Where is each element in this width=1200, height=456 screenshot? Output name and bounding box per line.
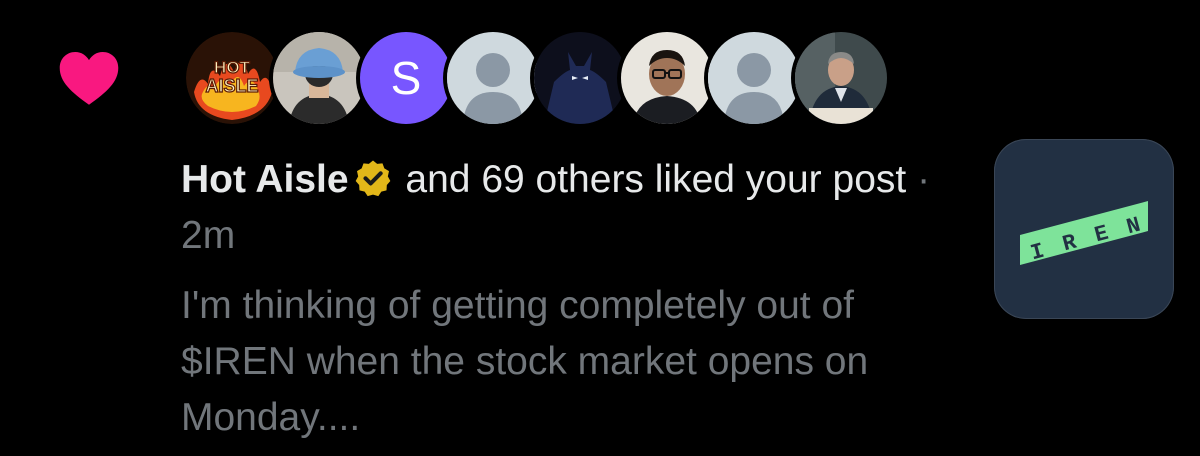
suited-man-avatar[interactable]	[795, 32, 887, 124]
verified-badge-icon	[355, 160, 390, 197]
default-avatar-1[interactable]	[447, 32, 539, 124]
bucket-hat-avatar[interactable]	[273, 32, 365, 124]
action-text: and 69 others liked your post	[394, 158, 907, 201]
hot-aisle-avatar[interactable]: HOT AISLE	[186, 32, 278, 124]
separator: ·	[906, 158, 931, 201]
default-avatar-2[interactable]	[708, 32, 800, 124]
like-notification[interactable]: HOT AISLE S Hot Aisle and 69 others like…	[0, 0, 1200, 456]
letter-s-avatar[interactable]: S	[360, 32, 452, 124]
svg-text:AISLE: AISLE	[205, 76, 258, 96]
post-thumbnail[interactable]: I R E N	[994, 139, 1174, 319]
post-snippet[interactable]: I'm thinking of getting completely out o…	[181, 278, 941, 446]
svg-text:HOT: HOT	[214, 58, 251, 77]
notification-title: Hot Aisle and 69 others liked your post …	[181, 152, 941, 264]
iren-logo-icon: I R E N	[1020, 201, 1148, 266]
batman-avatar[interactable]	[534, 32, 626, 124]
glasses-man-avatar[interactable]	[621, 32, 713, 124]
timestamp[interactable]: 2m	[181, 214, 235, 257]
heart-icon	[59, 52, 119, 105]
actor-name[interactable]: Hot Aisle	[181, 158, 349, 201]
